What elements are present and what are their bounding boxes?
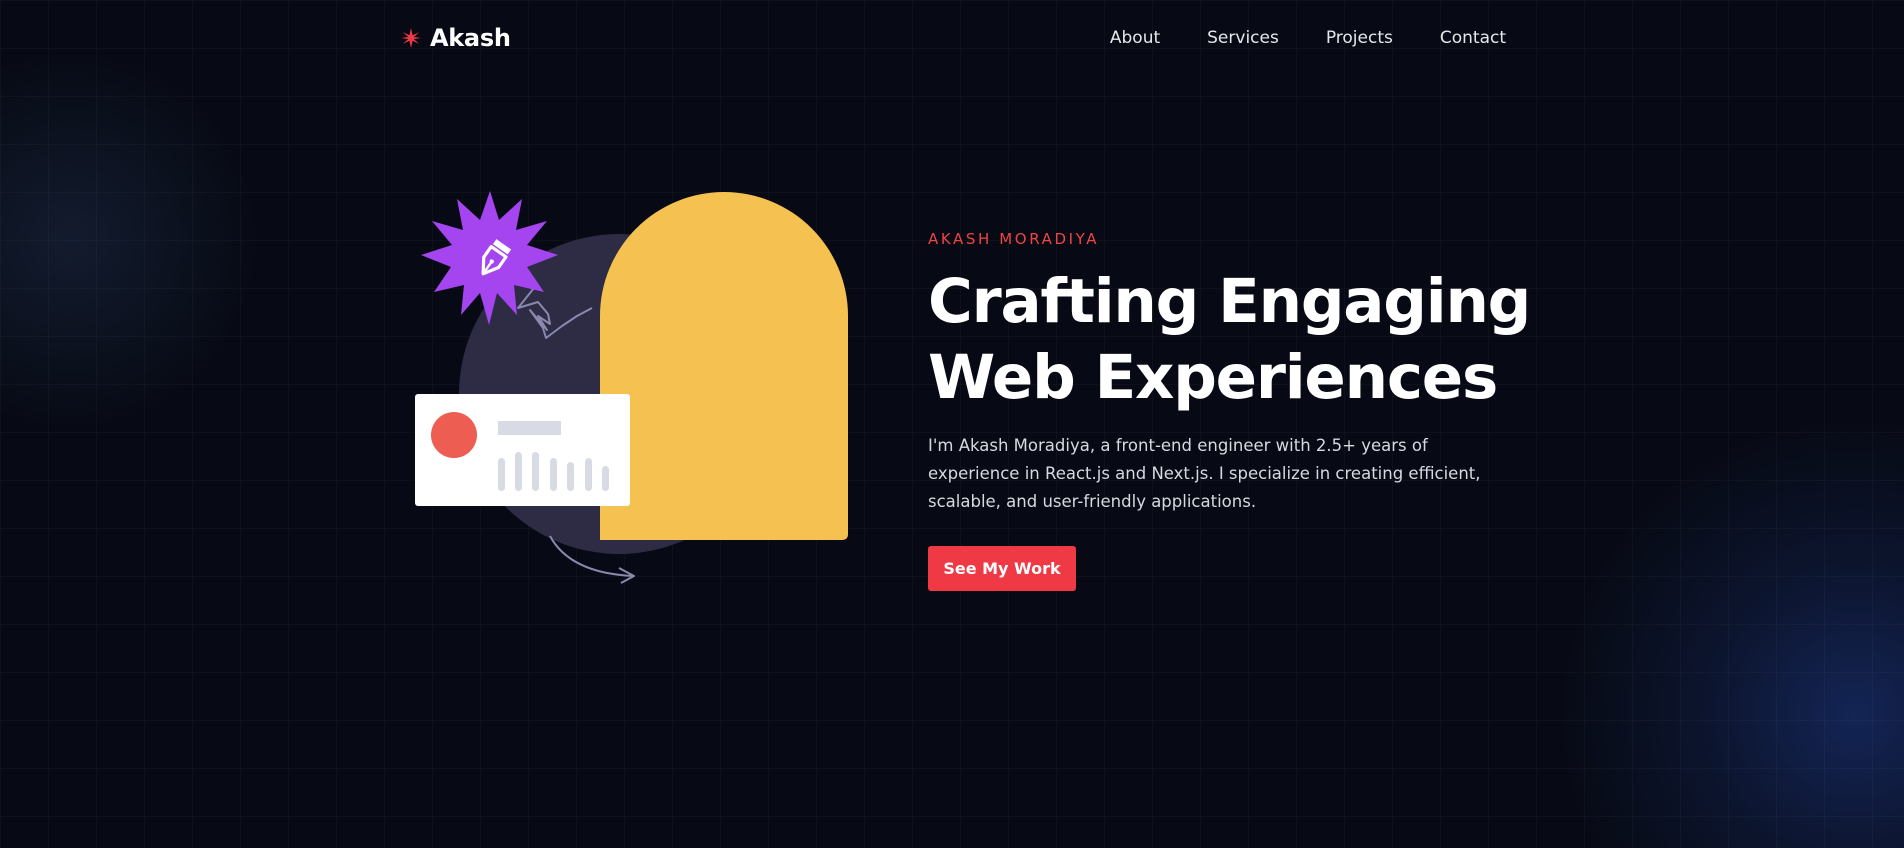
hero-content: AKASH MORADIYA Crafting Engaging Web Exp… (928, 230, 1531, 591)
nav-projects[interactable]: Projects (1326, 28, 1393, 48)
nav-about[interactable]: About (1110, 28, 1160, 48)
main-nav: About Services Projects Contact (1110, 28, 1506, 48)
hero-headline: Crafting Engaging Web Experiences (928, 264, 1531, 416)
bar-chart-card-icon (415, 394, 630, 506)
hero-eyebrow: AKASH MORADIYA (928, 230, 1100, 248)
logo-link[interactable]: Akash (400, 24, 511, 52)
hero-bio: I'm Akash Moradiya, a front-end engineer… (928, 436, 1481, 511)
sparkle-star-icon (401, 28, 421, 48)
headline-line-2: Web Experiences (928, 342, 1498, 413)
nav-services[interactable]: Services (1207, 28, 1279, 48)
page: Akash About Services Projects Contact AK… (0, 0, 1904, 848)
yellow-arch (600, 192, 848, 540)
headline-line-1: Crafting Engaging (928, 266, 1531, 337)
hero-illustration (415, 191, 848, 584)
logo-text: Akash (430, 24, 511, 52)
see-my-work-button[interactable]: See My Work (928, 546, 1076, 591)
nav-contact[interactable]: Contact (1440, 28, 1506, 48)
site-header: Akash About Services Projects Contact (400, 14, 1506, 62)
